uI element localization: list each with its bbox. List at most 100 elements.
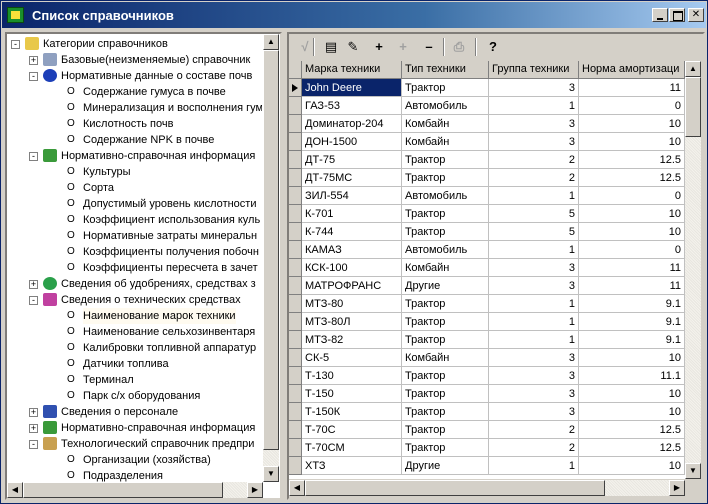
table-row[interactable]: Т-150К Трактор 3 10	[289, 403, 685, 421]
table-cell[interactable]: 10	[579, 205, 685, 223]
row-indicator[interactable]	[289, 295, 302, 313]
table-cell[interactable]: 0	[579, 97, 685, 115]
table-cell[interactable]: Трактор	[402, 223, 489, 241]
table-cell[interactable]: МАТРОФРАНС	[302, 277, 402, 295]
table-cell[interactable]: 11	[579, 79, 685, 97]
table-row[interactable]: МТЗ-80 Трактор 1 9.1	[289, 295, 685, 313]
table-cell[interactable]: МТЗ-80Л	[302, 313, 402, 331]
scroll-right-button[interactable]: ▶	[669, 480, 685, 496]
table-row[interactable]: Доминатор-204 Комбайн 3 10	[289, 115, 685, 133]
row-indicator[interactable]	[289, 79, 302, 97]
table-cell[interactable]: К-701	[302, 205, 402, 223]
table-cell[interactable]: 3	[489, 115, 579, 133]
row-indicator[interactable]	[289, 367, 302, 385]
table-cell[interactable]: Трактор	[402, 79, 489, 97]
column-header[interactable]: Марка техники	[302, 61, 402, 79]
tree-item[interactable]: O Терминал	[7, 372, 262, 388]
table-cell[interactable]: 11	[579, 259, 685, 277]
title-bar[interactable]: Список справочников ✕	[2, 2, 706, 28]
table-cell[interactable]: Т-150К	[302, 403, 402, 421]
row-indicator[interactable]	[289, 403, 302, 421]
table-cell[interactable]: СК-5	[302, 349, 402, 367]
table-cell[interactable]: John Deere	[302, 79, 402, 97]
close-button[interactable]: ✕	[688, 8, 704, 22]
tree-vertical-scrollbar[interactable]: ▲ ▼	[263, 34, 279, 482]
expand-icon[interactable]: +	[29, 56, 38, 65]
table-cell[interactable]: 10	[579, 115, 685, 133]
table-cell[interactable]: 2	[489, 169, 579, 187]
table-row[interactable]: СК-5 Комбайн 3 10	[289, 349, 685, 367]
scroll-thumb[interactable]	[305, 480, 605, 496]
scroll-right-button[interactable]: ▶	[247, 482, 263, 498]
table-row[interactable]: КАМАЗ Автомобиль 1 0	[289, 241, 685, 259]
table-cell[interactable]: Автомобиль	[402, 241, 489, 259]
scroll-up-button[interactable]: ▲	[685, 61, 701, 77]
table-cell[interactable]: Трактор	[402, 331, 489, 349]
table-cell[interactable]: Трактор	[402, 385, 489, 403]
table-cell[interactable]: 2	[489, 439, 579, 457]
collapse-icon[interactable]: -	[29, 440, 38, 449]
table-row[interactable]: Т-70С Трактор 2 12.5	[289, 421, 685, 439]
tree-item[interactable]: - Сведения о технических средствах	[7, 292, 262, 308]
row-indicator[interactable]	[289, 151, 302, 169]
table-cell[interactable]: Трактор	[402, 169, 489, 187]
row-indicator[interactable]	[289, 349, 302, 367]
grid-horizontal-scrollbar[interactable]: ◀ ▶	[289, 480, 685, 496]
table-cell[interactable]: 10	[579, 349, 685, 367]
print-icon[interactable]: ⎙	[449, 37, 469, 57]
table-cell[interactable]: 3	[489, 79, 579, 97]
table-cell[interactable]: 9.1	[579, 295, 685, 313]
tree-item[interactable]: O Содержание гумуса в почве	[7, 84, 262, 100]
tree-item[interactable]: O Наименование сельхозинвентаря	[7, 324, 262, 340]
row-indicator[interactable]	[289, 223, 302, 241]
table-cell[interactable]: Трактор	[402, 439, 489, 457]
expand-icon[interactable]: +	[29, 280, 38, 289]
table-row[interactable]: Т-70СМ Трактор 2 12.5	[289, 439, 685, 457]
table-cell[interactable]: Комбайн	[402, 259, 489, 277]
row-indicator[interactable]	[289, 421, 302, 439]
row-indicator[interactable]	[289, 205, 302, 223]
tree-item[interactable]: O Коэффициент использования куль	[7, 212, 262, 228]
scroll-down-button[interactable]: ▼	[263, 466, 279, 482]
table-cell[interactable]: Трактор	[402, 151, 489, 169]
tree-item[interactable]: O Подразделения	[7, 468, 262, 482]
table-cell[interactable]: К-744	[302, 223, 402, 241]
table-cell[interactable]: 1	[489, 187, 579, 205]
table-row[interactable]: МТЗ-80Л Трактор 1 9.1	[289, 313, 685, 331]
scroll-left-button[interactable]: ◀	[289, 480, 305, 496]
tree-item[interactable]: O Минерализация и восполнения гум	[7, 100, 262, 116]
table-cell[interactable]: 1	[489, 97, 579, 115]
table-cell[interactable]: Трактор	[402, 205, 489, 223]
table-cell[interactable]: Трактор	[402, 421, 489, 439]
table-cell[interactable]: Автомобиль	[402, 97, 489, 115]
table-cell[interactable]: Трактор	[402, 367, 489, 385]
table-row[interactable]: КСК-100 Комбайн 3 11	[289, 259, 685, 277]
scroll-thumb[interactable]	[685, 77, 701, 137]
table-cell[interactable]: Трактор	[402, 295, 489, 313]
table-cell[interactable]: 2	[489, 421, 579, 439]
table-cell[interactable]: 1	[489, 295, 579, 313]
table-cell[interactable]: 1	[489, 457, 579, 475]
table-row[interactable]: Т-150 Трактор 3 10	[289, 385, 685, 403]
table-cell[interactable]: 1	[489, 313, 579, 331]
table-cell[interactable]: ДТ-75МС	[302, 169, 402, 187]
tree-item[interactable]: O Наименование марок техники	[7, 308, 262, 324]
tree-item[interactable]: O Нормативные затраты минеральн	[7, 228, 262, 244]
collapse-icon[interactable]: -	[11, 40, 20, 49]
table-cell[interactable]: Доминатор-204	[302, 115, 402, 133]
tree-item[interactable]: O Калибровки топливной аппаратур	[7, 340, 262, 356]
scroll-left-button[interactable]: ◀	[7, 482, 23, 498]
table-cell[interactable]: ДОН-1500	[302, 133, 402, 151]
table-row[interactable]: К-701 Трактор 5 10	[289, 205, 685, 223]
table-row[interactable]: ДТ-75 Трактор 2 12.5	[289, 151, 685, 169]
table-cell[interactable]: ХТЗ	[302, 457, 402, 475]
table-cell[interactable]: КСК-100	[302, 259, 402, 277]
row-indicator[interactable]	[289, 133, 302, 151]
tree-item[interactable]: + Базовые(неизменяемые) справочник	[7, 52, 262, 68]
table-cell[interactable]: 3	[489, 385, 579, 403]
table-cell[interactable]: Т-70СМ	[302, 439, 402, 457]
table-cell[interactable]: КАМАЗ	[302, 241, 402, 259]
tree-item[interactable]: + Нормативно-справочная информация	[7, 420, 262, 436]
tree-item[interactable]: O Допустимый уровень кислотности	[7, 196, 262, 212]
table-cell[interactable]: 0	[579, 241, 685, 259]
